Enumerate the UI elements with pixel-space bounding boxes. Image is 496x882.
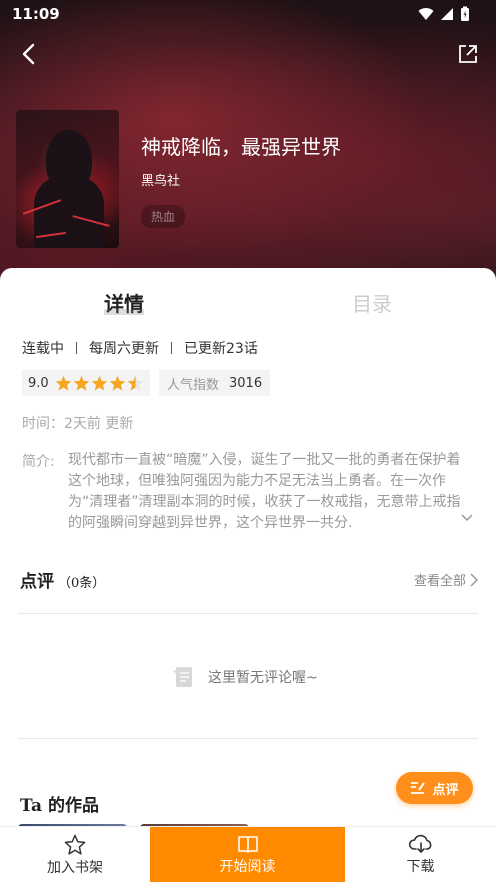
download-button[interactable]: 下载 [345,827,496,882]
star-outline-icon [64,834,86,855]
intro-label: 简介: [22,454,55,470]
chevron-right-icon [470,572,478,587]
star-half-icon [127,375,143,391]
rating-box: 9.0 [22,370,150,396]
popularity-value: 3016 [229,375,263,391]
tab-detail[interactable]: 详情 [104,288,144,317]
meta-divider [171,342,172,354]
edit-review-icon [411,782,426,794]
reviews-title: 点评 [20,572,54,592]
star-full-icon [91,375,107,391]
back-button[interactable] [12,38,44,70]
view-all-label: 查看全部 [413,574,466,589]
status-icons [418,6,470,22]
review-fab-button[interactable]: 点评 [396,772,473,804]
signal-icon [441,8,453,20]
add-to-shelf-label: 加入书架 [47,859,103,876]
empty-document-icon [172,667,192,687]
reviews-count: （0条） [58,576,106,591]
tabs: 详情 目录 [0,288,496,322]
cloud-download-icon [408,834,431,853]
review-fab-label: 点评 [432,782,459,798]
star-full-icon [109,375,125,391]
meta-row: 连载中 每周六更新 已更新23话 [22,338,258,358]
battery-icon [461,6,469,21]
cover-figure-body [34,176,104,248]
download-label: 下载 [406,859,435,875]
star-full-icon [73,375,89,391]
wifi-icon [418,8,434,20]
status-time: 11:09 [12,5,60,23]
book-publisher[interactable]: 黑鸟社 [141,170,180,189]
tab-toc[interactable]: 目录 [352,288,392,317]
bottom-action-bar: 加入书架 开始阅读 下载 [0,826,496,882]
update-schedule: 每周六更新 [89,341,159,357]
reviews-heading: 点评 （0条） [20,567,105,592]
add-to-shelf-button[interactable]: 加入书架 [0,827,150,882]
divider [18,613,478,614]
meta-divider [76,342,77,354]
empty-reviews-text: 这里暂无评论喔~ [208,670,318,686]
divider [18,738,478,739]
book-cover [16,110,119,248]
comic-header: 11:09 神戒降临，最强异世界 黑鸟社 热血 [0,0,496,300]
start-reading-button[interactable]: 开始阅读 [150,827,345,882]
view-all-reviews-link[interactable]: 查看全部 [414,570,478,589]
star-full-icon [55,375,71,391]
serial-status: 连载中 [22,341,64,357]
empty-reviews: 这里暂无评论喔~ [172,664,318,690]
rating-score: 9.0 [28,375,49,391]
chevron-down-icon[interactable] [460,513,474,523]
genre-tag[interactable]: 热血 [141,205,186,228]
back-arrow-icon [22,43,35,65]
episode-count: 已更新23话 [184,341,258,357]
popularity-label: 人气指数 [167,377,220,393]
book-open-icon [237,836,258,853]
intro-text[interactable]: 现代都市一直被“暗魔”入侵，诞生了一批又一批的勇者在保护着这个地球，但唯独阿强因… [68,450,472,534]
works-heading: Ta 的作品 [20,796,99,816]
share-button[interactable] [454,40,482,68]
start-reading-label: 开始阅读 [219,859,276,875]
popularity-box: 人气指数 3016 [159,370,271,396]
book-title: 神戒降临，最强异世界 [141,135,341,159]
rating-stars [55,375,144,391]
status-bar: 11:09 [0,0,496,28]
update-time: 时间：2天前 更新 [22,416,134,432]
share-icon [459,45,477,63]
detail-card: 详情 目录 连载中 每周六更新 已更新23话 9.0 人气指数 3016 时间：… [0,268,496,832]
